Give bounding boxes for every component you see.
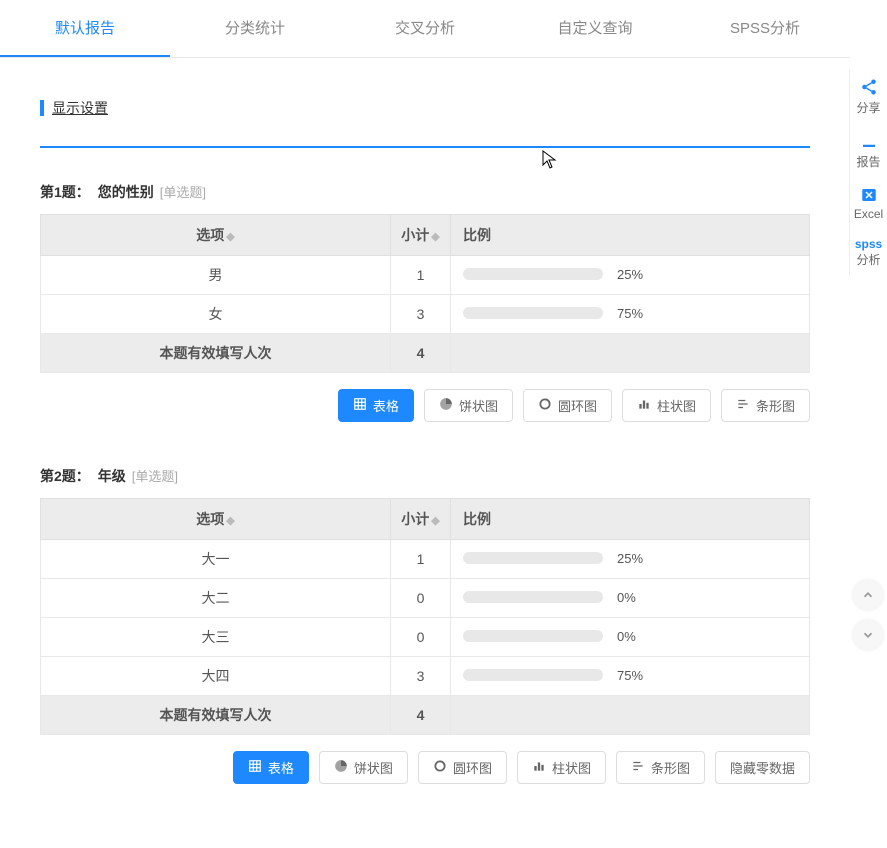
data-table: 选项◆小计◆比例男125%女375%本题有效填写人次4 bbox=[40, 214, 810, 373]
header-option[interactable]: 选项◆ bbox=[41, 499, 391, 540]
right-sidebar: 分享 报告 Excel spss 分析 bbox=[849, 70, 887, 276]
sort-icon: ◆ bbox=[226, 231, 234, 243]
header-ratio: 比例 bbox=[451, 215, 810, 256]
option-cell: 大四 bbox=[41, 657, 391, 696]
pie-icon bbox=[334, 759, 348, 776]
data-table: 选项◆小计◆比例大一125%大二00%大三00%大四375%本题有效填写人次4 bbox=[40, 498, 810, 735]
ratio-cell: 0% bbox=[451, 618, 810, 657]
option-cell: 大一 bbox=[41, 540, 391, 579]
question-header: 第2题： 年级 [单选题] bbox=[40, 466, 810, 486]
header-option[interactable]: 选项◆ bbox=[41, 215, 391, 256]
table-row: 男125% bbox=[41, 256, 810, 295]
ratio-cell: 75% bbox=[451, 295, 810, 334]
count-cell: 3 bbox=[391, 295, 451, 334]
donut-icon bbox=[538, 397, 552, 414]
question-type: [单选题] bbox=[160, 185, 206, 200]
question-number: 第2题： bbox=[40, 468, 90, 484]
table-row: 女375% bbox=[41, 295, 810, 334]
ratio-cell: 75% bbox=[451, 657, 810, 696]
ratio-cell: 0% bbox=[451, 579, 810, 618]
option-cell: 女 bbox=[41, 295, 391, 334]
option-cell: 男 bbox=[41, 256, 391, 295]
hide-zero-button[interactable]: 隐藏零数据 bbox=[715, 751, 810, 784]
tab-0[interactable]: 默认报告 bbox=[0, 0, 170, 57]
barh-chart-button[interactable]: 条形图 bbox=[721, 389, 810, 422]
chart-type-buttons: 表格饼状图圆环图柱状图条形图 bbox=[40, 389, 810, 422]
question-number: 第1题： bbox=[40, 184, 90, 200]
chevron-down-icon bbox=[861, 628, 875, 642]
divider bbox=[40, 146, 810, 148]
share-button[interactable]: 分享 bbox=[850, 70, 887, 124]
count-cell: 3 bbox=[391, 657, 451, 696]
count-cell: 0 bbox=[391, 579, 451, 618]
bar-chart-button[interactable]: 柱状图 bbox=[622, 389, 711, 422]
table-icon bbox=[353, 397, 367, 414]
display-settings-label: 显示设置 bbox=[52, 98, 108, 118]
excel-icon bbox=[860, 186, 878, 204]
question-block: 第2题：年级[单选题]选项◆小计◆比例大一125%大二00%大三00%大四375… bbox=[40, 466, 810, 784]
option-cell: 大三 bbox=[41, 618, 391, 657]
spss-button[interactable]: spss 分析 bbox=[850, 229, 887, 276]
report-download-button[interactable]: 报告 bbox=[850, 124, 887, 178]
ratio-cell: 25% bbox=[451, 540, 810, 579]
barh-chart-button[interactable]: 条形图 bbox=[616, 751, 705, 784]
donut-chart-button[interactable]: 圆环图 bbox=[418, 751, 507, 784]
sort-icon: ◆ bbox=[226, 515, 234, 527]
table-icon bbox=[248, 759, 262, 776]
question-header: 第1题： 您的性别 [单选题] bbox=[40, 182, 810, 202]
table-row: 大一125% bbox=[41, 540, 810, 579]
header-subtotal[interactable]: 小计◆ bbox=[391, 215, 451, 256]
barh-icon bbox=[736, 397, 750, 414]
tab-4[interactable]: SPSS分析 bbox=[680, 0, 850, 57]
marker-icon bbox=[40, 100, 44, 116]
count-cell: 1 bbox=[391, 540, 451, 579]
pie-icon bbox=[439, 397, 453, 414]
excel-button[interactable]: Excel bbox=[850, 178, 887, 229]
tab-3[interactable]: 自定义查询 bbox=[510, 0, 680, 57]
header-subtotal[interactable]: 小计◆ bbox=[391, 499, 451, 540]
header-ratio: 比例 bbox=[451, 499, 810, 540]
pie-chart-button[interactable]: 饼状图 bbox=[319, 751, 408, 784]
footer-label: 本题有效填写人次 bbox=[41, 334, 391, 373]
share-icon bbox=[860, 78, 878, 96]
question-type: [单选题] bbox=[132, 469, 178, 484]
chart-type-buttons: 表格饼状图圆环图柱状图条形图隐藏零数据 bbox=[40, 751, 810, 784]
tab-2[interactable]: 交叉分析 bbox=[340, 0, 510, 57]
table-row: 大四375% bbox=[41, 657, 810, 696]
display-settings[interactable]: 显示设置 bbox=[40, 98, 810, 118]
question-title: 您的性别 bbox=[98, 184, 154, 200]
option-cell: 大二 bbox=[41, 579, 391, 618]
spss-icon: spss bbox=[855, 237, 882, 251]
bar-icon bbox=[532, 759, 546, 776]
table-footer: 本题有效填写人次4 bbox=[41, 696, 810, 735]
barh-icon bbox=[631, 759, 645, 776]
chevron-up-icon bbox=[861, 588, 875, 602]
scroll-controls bbox=[853, 580, 883, 660]
ratio-cell: 25% bbox=[451, 256, 810, 295]
table-chart-button[interactable]: 表格 bbox=[338, 389, 414, 422]
table-row: 大三00% bbox=[41, 618, 810, 657]
table-row: 大二00% bbox=[41, 579, 810, 618]
footer-total: 4 bbox=[391, 696, 451, 735]
bar-chart-button[interactable]: 柱状图 bbox=[517, 751, 606, 784]
footer-label: 本题有效填写人次 bbox=[41, 696, 391, 735]
tabs-nav: 默认报告分类统计交叉分析自定义查询SPSS分析 bbox=[0, 0, 850, 58]
download-icon bbox=[860, 132, 878, 150]
count-cell: 0 bbox=[391, 618, 451, 657]
count-cell: 1 bbox=[391, 256, 451, 295]
table-chart-button[interactable]: 表格 bbox=[233, 751, 309, 784]
scroll-up-button[interactable] bbox=[853, 580, 883, 610]
pie-chart-button[interactable]: 饼状图 bbox=[424, 389, 513, 422]
donut-icon bbox=[433, 759, 447, 776]
donut-chart-button[interactable]: 圆环图 bbox=[523, 389, 612, 422]
question-block: 第1题：您的性别[单选题]选项◆小计◆比例男125%女375%本题有效填写人次4… bbox=[40, 182, 810, 422]
table-footer: 本题有效填写人次4 bbox=[41, 334, 810, 373]
sort-icon: ◆ bbox=[431, 515, 439, 527]
tab-1[interactable]: 分类统计 bbox=[170, 0, 340, 57]
sort-icon: ◆ bbox=[431, 231, 439, 243]
footer-total: 4 bbox=[391, 334, 451, 373]
question-title: 年级 bbox=[98, 468, 126, 484]
bar-icon bbox=[637, 397, 651, 414]
scroll-down-button[interactable] bbox=[853, 620, 883, 650]
